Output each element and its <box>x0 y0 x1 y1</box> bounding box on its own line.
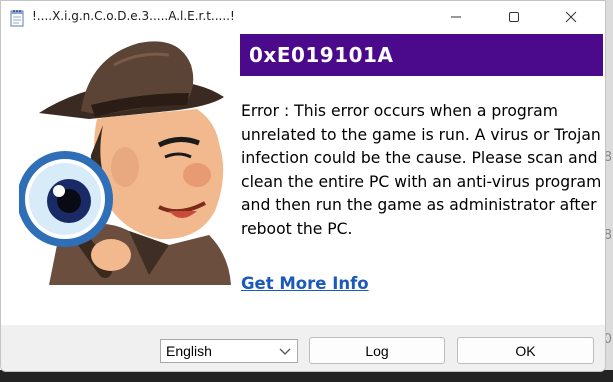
error-code-header: 0xE019101A <box>240 34 603 76</box>
footer-bar: English Log OK <box>1 325 605 371</box>
log-button[interactable]: Log <box>309 337 445 364</box>
maximize-button[interactable] <box>491 1 537 33</box>
chevron-down-icon <box>279 348 291 355</box>
error-message: Error : This error occurs when a program… <box>241 102 602 238</box>
notepad-icon <box>10 10 24 27</box>
detective-magnifier-illustration <box>19 41 231 285</box>
minimize-button[interactable] <box>433 1 479 33</box>
maximize-icon <box>509 12 519 22</box>
minimize-icon <box>451 16 461 18</box>
alert-window: !....X.i.g.n.C.o.D.e.3.....A.l.E.r.t....… <box>0 0 606 372</box>
close-icon <box>565 11 577 23</box>
title-bar[interactable]: !....X.i.g.n.C.o.D.e.3.....A.l.E.r.t....… <box>1 1 605 33</box>
ok-button[interactable]: OK <box>457 337 594 364</box>
language-select-value: English <box>166 343 212 359</box>
get-more-info-link[interactable]: Get More Info <box>241 274 369 293</box>
language-select[interactable]: English <box>160 339 298 363</box>
window-title: !....X.i.g.n.C.o.D.e.3.....A.l.E.r.t....… <box>32 9 235 23</box>
close-button[interactable] <box>548 1 594 33</box>
